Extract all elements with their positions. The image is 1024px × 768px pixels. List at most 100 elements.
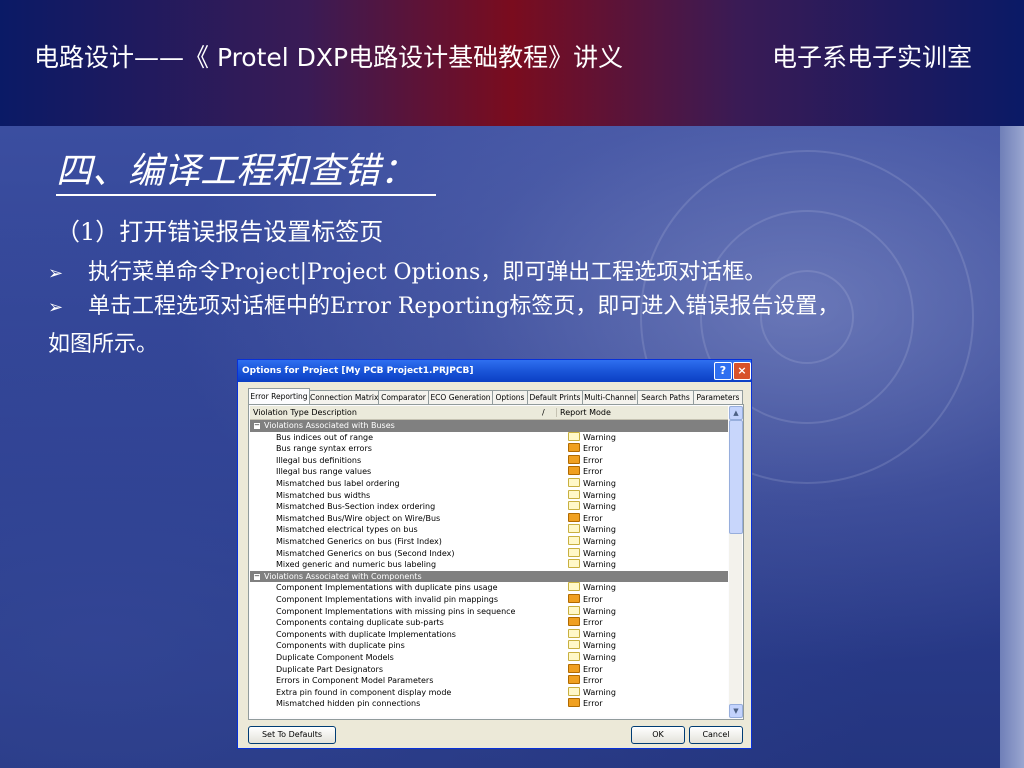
report-mode-cell[interactable]: Error bbox=[568, 466, 603, 478]
violation-row[interactable]: Illegal bus definitions Error bbox=[250, 454, 728, 467]
report-mode-cell[interactable]: Error bbox=[568, 675, 603, 687]
violation-row[interactable]: Bus range syntax errors Error bbox=[250, 443, 728, 455]
report-mode-cell[interactable]: Warning bbox=[568, 605, 616, 618]
report-mode-cell[interactable]: Warning bbox=[568, 501, 616, 513]
folder-icon bbox=[568, 536, 580, 545]
report-mode-cell[interactable]: Warning bbox=[568, 431, 616, 444]
violation-row[interactable]: Mixed generic and numeric bus labeling Wa… bbox=[250, 559, 728, 571]
collapse-icon[interactable]: − bbox=[253, 572, 261, 581]
vertical-scrollbar[interactable]: ▲ ▼ bbox=[729, 406, 743, 718]
violation-row[interactable]: Mismatched hidden pin connections Error bbox=[250, 698, 728, 710]
tab-parameters[interactable]: Parameters bbox=[693, 390, 743, 404]
report-mode-cell[interactable]: Warning bbox=[568, 524, 616, 536]
folder-icon bbox=[568, 605, 580, 615]
cancel-button[interactable]: Cancel bbox=[689, 726, 743, 744]
violation-row[interactable]: Component Implementations with invalid p… bbox=[250, 594, 728, 606]
report-mode-value: Error bbox=[583, 467, 603, 477]
tab-eco-generation[interactable]: ECO Generation bbox=[428, 390, 493, 404]
violation-row[interactable]: Illegal bus range values Error bbox=[250, 466, 728, 478]
report-mode-cell[interactable]: Warning bbox=[568, 536, 616, 548]
group-row[interactable]: − Violations Associated with Buses bbox=[250, 420, 728, 432]
tab-multi-channel[interactable]: Multi-Channel bbox=[582, 390, 638, 404]
report-mode-cell[interactable]: Warning bbox=[568, 640, 616, 652]
folder-icon bbox=[568, 663, 580, 673]
violation-row[interactable]: Errors in Component Model Parameters Erro… bbox=[250, 675, 728, 687]
tab-default-prints[interactable]: Default Prints bbox=[527, 390, 583, 404]
report-mode-value: Error bbox=[583, 664, 603, 674]
violation-row[interactable]: Mismatched Generics on bus (Second Index… bbox=[250, 547, 728, 560]
report-mode-cell[interactable]: Error bbox=[568, 594, 603, 606]
violation-row[interactable]: Extra pin found in component display mod… bbox=[250, 686, 728, 699]
folder-icon bbox=[568, 594, 580, 603]
tab-connection-matrix[interactable]: Connection Matrix bbox=[309, 390, 379, 404]
violation-row[interactable]: Mismatched Bus-Section index ordering War… bbox=[250, 501, 728, 513]
column-header-mode[interactable]: Report Mode bbox=[556, 408, 611, 417]
violation-row[interactable]: Component Implementations with duplicate… bbox=[250, 582, 728, 594]
violation-row[interactable]: Mismatched bus widths Warning bbox=[250, 489, 728, 502]
report-mode-cell[interactable]: Error bbox=[568, 663, 603, 676]
column-header-description[interactable]: Violation Type Description bbox=[253, 408, 357, 417]
tab-options[interactable]: Options bbox=[492, 390, 528, 404]
violation-row[interactable]: Bus indices out of range Warning bbox=[250, 431, 728, 444]
group-label: Violations Associated with Components bbox=[264, 571, 422, 581]
folder-icon bbox=[568, 501, 580, 511]
violation-description: Mismatched bus label ordering bbox=[276, 479, 400, 488]
tab-search-paths[interactable]: Search Paths bbox=[637, 390, 694, 404]
violation-description: Mixed generic and numeric bus labeling bbox=[276, 560, 437, 570]
report-mode-value: Warning bbox=[583, 629, 616, 639]
report-mode-cell[interactable]: Error bbox=[568, 454, 603, 467]
violation-row[interactable]: Components with duplicate pins Warning bbox=[250, 640, 728, 652]
scroll-up-icon[interactable]: ▲ bbox=[729, 406, 743, 420]
report-mode-value: Warning bbox=[583, 490, 616, 500]
scroll-thumb[interactable] bbox=[729, 420, 743, 534]
report-mode-cell[interactable]: Error bbox=[568, 512, 603, 525]
violation-row[interactable]: Duplicate Part Designators Error bbox=[250, 663, 728, 676]
tab-comparator[interactable]: Comparator bbox=[378, 390, 429, 404]
report-mode-cell[interactable]: Warning bbox=[568, 686, 616, 699]
report-mode-value: Warning bbox=[583, 479, 616, 488]
bullet-arrow-icon: ➢ bbox=[48, 297, 64, 318]
scroll-down-icon[interactable]: ▼ bbox=[729, 704, 743, 718]
report-mode-cell[interactable]: Error bbox=[568, 698, 603, 710]
dialog-title-bar: Options for Project [My PCB Project1.PRJ… bbox=[238, 360, 751, 382]
bullet-item: ➢ 单击工程选项对话框中的Error Reporting标签页，即可进入错误报告设… bbox=[48, 288, 839, 320]
violation-row[interactable]: Components containg duplicate sub-parts E… bbox=[250, 617, 728, 629]
tab-error-reporting[interactable]: Error Reporting bbox=[248, 388, 310, 405]
project-options-dialog: Options for Project [My PCB Project1.PRJ… bbox=[237, 359, 752, 749]
violation-row[interactable]: Duplicate Component Models Warning bbox=[250, 652, 728, 664]
violation-row[interactable]: Mismatched Generics on bus (First Index)… bbox=[250, 536, 728, 548]
report-mode-cell[interactable]: Warning bbox=[568, 478, 616, 490]
violation-description: Mismatched hidden pin connections bbox=[276, 699, 421, 709]
violation-description: Bus range syntax errors bbox=[276, 444, 372, 454]
report-mode-cell[interactable]: Error bbox=[568, 443, 603, 455]
ok-button[interactable]: OK bbox=[631, 726, 685, 744]
slide-subtitle: （1）打开错误报告设置标签页 bbox=[56, 218, 384, 246]
violation-row[interactable]: Mismatched bus label ordering Warning bbox=[250, 478, 728, 490]
report-mode-cell[interactable]: Warning bbox=[568, 559, 616, 571]
violation-grid: Violation Type Description / Report Mode… bbox=[250, 406, 728, 717]
report-mode-cell[interactable]: Error bbox=[568, 617, 603, 629]
collapse-icon[interactable]: − bbox=[253, 422, 261, 430]
group-row[interactable]: − Violations Associated with Components bbox=[250, 570, 728, 583]
report-mode-cell[interactable]: Warning bbox=[568, 652, 616, 664]
violation-row[interactable]: Components with duplicate Implementation… bbox=[250, 628, 728, 641]
violation-row[interactable]: Mismatched electrical types on bus Warnin… bbox=[250, 524, 728, 536]
violation-row[interactable]: Mismatched Bus/Wire object on Wire/Bus Er… bbox=[250, 512, 728, 525]
set-to-defaults-button[interactable]: Set To Defaults bbox=[248, 726, 336, 744]
bullet-text: 单击工程选项对话框中的Error Reporting标签页，即可进入错误报告设置… bbox=[88, 294, 840, 319]
report-mode-cell[interactable]: Warning bbox=[568, 547, 616, 560]
folder-icon bbox=[568, 617, 580, 627]
report-mode-value: Error bbox=[583, 699, 603, 709]
report-mode-cell[interactable]: Warning bbox=[568, 489, 616, 502]
help-button[interactable]: ? bbox=[714, 362, 732, 380]
violation-description: Component Implementations with invalid p… bbox=[276, 595, 499, 604]
report-mode-value: Warning bbox=[583, 606, 616, 616]
report-mode-cell[interactable]: Warning bbox=[568, 582, 616, 594]
violation-description: Mismatched Generics on bus (Second Index… bbox=[276, 548, 455, 558]
violation-row[interactable]: Component Implementations with missing p… bbox=[250, 605, 728, 618]
report-mode-cell[interactable]: Warning bbox=[568, 628, 616, 641]
bullet-arrow-icon: ➢ bbox=[48, 263, 64, 284]
violation-description: Mismatched Bus-Section index ordering bbox=[276, 502, 436, 512]
close-button[interactable]: × bbox=[733, 362, 751, 380]
violation-description: Duplicate Component Models bbox=[276, 653, 394, 662]
